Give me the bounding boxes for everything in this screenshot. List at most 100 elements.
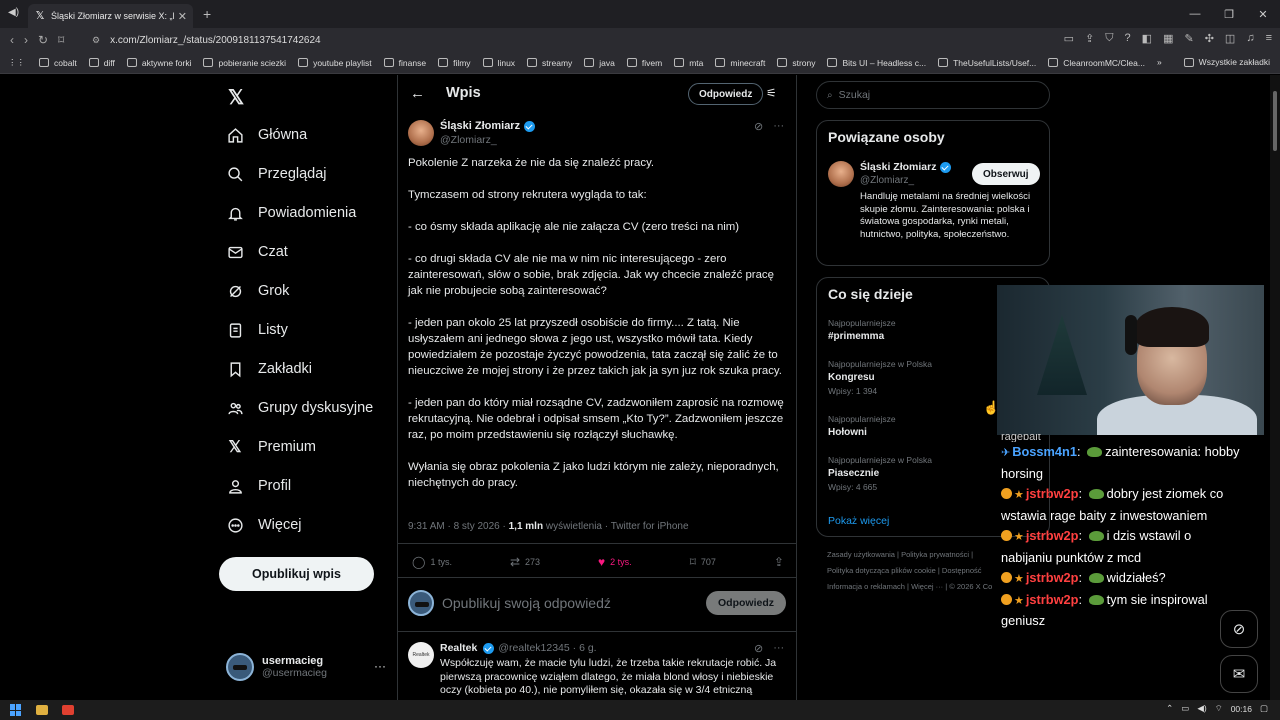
nav-item-lists[interactable]: Listy: [226, 315, 288, 345]
nav-item-premium[interactable]: 𝕏 Premium: [226, 432, 316, 462]
reply-header-button[interactable]: Odpowiedz: [688, 83, 764, 105]
trend-item[interactable]: Najpopularniejsze Hołowni: [828, 414, 896, 438]
trend-item[interactable]: Najpopularniejsze w Polska Piasecznie Wpis…: [828, 455, 932, 492]
grok-fab-button[interactable]: ⊘: [1220, 610, 1258, 648]
bookmark-item[interactable]: Bits UI – Headless c...: [827, 58, 926, 68]
reply-action[interactable]: ◯ 1 tys.: [412, 555, 452, 569]
nav-item-notifications[interactable]: Powiadomienia: [226, 198, 356, 228]
bookmark-folder[interactable]: finanse: [383, 58, 426, 68]
bookmark-folder[interactable]: strony: [777, 58, 815, 68]
bookmark-folder[interactable]: linux: [482, 58, 515, 68]
browser-tab-active[interactable]: 𝕏 Śląski Złomiarz w serwisie X: „Po... ✕: [28, 4, 193, 28]
x-logo-icon[interactable]: 𝕏: [228, 85, 244, 110]
volume-icon[interactable]: ◀): [1197, 703, 1206, 714]
reply-post[interactable]: Realtek Realtek @realtek12345 · 6 g. ⊘ ··…: [398, 633, 796, 700]
sidebar-icon[interactable]: ◫: [1225, 32, 1235, 45]
bookmark-item[interactable]: TheUsefulLists/Usef...: [938, 58, 1036, 68]
follow-button[interactable]: Obserwuj: [972, 163, 1040, 185]
nav-item-more[interactable]: Więcej: [226, 510, 302, 540]
related-avatar[interactable]: [828, 161, 854, 187]
menu-icon[interactable]: ≡: [1266, 32, 1272, 45]
wifi-icon[interactable]: ⌔: [1215, 703, 1223, 714]
more-icon[interactable]: ···: [773, 642, 784, 655]
nav-item-explore[interactable]: Przeglądaj: [226, 159, 327, 189]
bookmark-item[interactable]: CleanroomMC/Clea...: [1048, 58, 1145, 68]
grok-icon[interactable]: ⊘: [754, 120, 763, 133]
file-explorer-icon[interactable]: [36, 705, 48, 715]
author-handle[interactable]: @Zlomiarz_: [440, 134, 497, 146]
bookmark-folder[interactable]: mta: [674, 58, 703, 68]
nav-item-bookmarks[interactable]: Zakładki: [226, 354, 312, 384]
footer-links[interactable]: Polityka dotycząca plików cookie | Dostę…: [827, 566, 982, 575]
minimize-icon[interactable]: —: [1178, 0, 1212, 28]
scrollbar-thumb[interactable]: [1273, 91, 1277, 151]
post-time[interactable]: 9:31 AM · 8 sty 2026 ·: [408, 521, 509, 532]
start-icon[interactable]: [10, 704, 22, 716]
extension-2-icon[interactable]: ▦: [1163, 32, 1173, 45]
back-arrow-icon[interactable]: ←: [410, 85, 425, 102]
bookmark-folder[interactable]: fivem: [626, 58, 662, 68]
bookmark-page-icon[interactable]: ⌑: [58, 33, 64, 47]
related-name-row[interactable]: Śląski Złomiarz: [860, 161, 952, 173]
author-name-row[interactable]: Śląski Złomiarz: [440, 120, 536, 132]
account-switcher[interactable]: usermacieg @usermacieg ···: [226, 653, 386, 681]
bookmark-folder[interactable]: streamy: [527, 58, 572, 68]
restore-icon[interactable]: ❐: [1212, 0, 1246, 28]
more-icon[interactable]: ···: [374, 659, 386, 673]
footer-links[interactable]: Informacja o reklamach | Więcej ··· | © …: [827, 582, 992, 591]
bookmark-item[interactable]: aktywne forki: [126, 58, 191, 68]
forward-icon[interactable]: ›: [24, 33, 28, 47]
reply-author-name[interactable]: Realtek: [440, 642, 477, 654]
bookmark-item[interactable]: cobalt: [39, 58, 77, 68]
notifications-icon[interactable]: ▢: [1260, 703, 1268, 714]
reply-submit-button[interactable]: Odpowiedz: [706, 591, 786, 615]
post-button[interactable]: Opublikuj wpis: [219, 557, 374, 591]
network-icon[interactable]: ▭: [1181, 703, 1189, 714]
bookmark-item[interactable]: youtube playlist: [298, 58, 372, 68]
share-action[interactable]: ⇪: [774, 555, 784, 569]
chevron-right-icon[interactable]: »: [1157, 57, 1162, 67]
reply-avatar[interactable]: Realtek: [408, 642, 434, 668]
puzzle-icon[interactable]: ✣: [1205, 32, 1214, 45]
settings-sliders-icon[interactable]: ⚟: [766, 86, 777, 100]
messages-fab-button[interactable]: ✉: [1220, 655, 1258, 693]
share-icon[interactable]: ⇪: [1085, 32, 1094, 45]
nav-item-profile[interactable]: Profil: [226, 471, 291, 501]
media-icon[interactable]: ♫: [1246, 32, 1254, 45]
bookmark-item[interactable]: diff: [88, 58, 115, 68]
trend-item[interactable]: Najpopularniejsze w Polska Kongresu Wpisy:…: [828, 359, 932, 396]
close-window-icon[interactable]: ✕: [1246, 0, 1280, 28]
show-more-link[interactable]: Pokaż więcej: [828, 515, 889, 527]
like-action[interactable]: ♥ 2 tys.: [598, 555, 632, 569]
speaker-icon[interactable]: ◀): [8, 7, 19, 18]
bookmark-folder[interactable]: filmy: [438, 58, 471, 68]
site-info-icon[interactable]: ⚙: [92, 35, 100, 46]
footer-links[interactable]: Zasady użytkowania | Polityka prywatnośc…: [827, 550, 973, 559]
repost-action[interactable]: ⇄ 273: [510, 555, 540, 569]
bookmark-folder[interactable]: java: [584, 58, 615, 68]
nav-item-grok[interactable]: Grok: [226, 276, 289, 306]
grok-icon[interactable]: ⊘: [754, 642, 763, 655]
apps-icon[interactable]: ⋮⋮: [8, 57, 25, 68]
back-icon[interactable]: ‹: [10, 33, 14, 47]
cast-icon[interactable]: ▭: [1064, 32, 1074, 45]
search-input[interactable]: ⌕ Szukaj: [816, 81, 1050, 109]
author-avatar[interactable]: [408, 120, 434, 146]
close-tab-icon[interactable]: ✕: [178, 10, 187, 23]
help-icon[interactable]: ?: [1125, 32, 1131, 45]
url-field[interactable]: ⚙ x.com/Zlomiarz_/status/200918113754174…: [92, 31, 1092, 49]
bookmark-item[interactable]: pobieranie sciezki: [203, 58, 286, 68]
reload-icon[interactable]: ↻: [38, 33, 48, 47]
clock-time[interactable]: 00:16: [1231, 704, 1252, 714]
nav-item-home[interactable]: Główna: [226, 120, 307, 150]
shield-icon[interactable]: ⛉: [1105, 32, 1113, 45]
bookmark-folder[interactable]: minecraft: [715, 58, 765, 68]
chevron-up-icon[interactable]: ⌃: [1166, 703, 1173, 714]
nav-item-chat[interactable]: Czat: [226, 237, 288, 267]
extension-icon[interactable]: ◧: [1142, 32, 1152, 45]
brave-browser-icon[interactable]: [62, 705, 74, 715]
all-bookmarks[interactable]: » Wszystkie zakładki: [1157, 57, 1270, 67]
reply-input[interactable]: Opublikuj swoją odpowiedź: [442, 595, 706, 611]
more-icon[interactable]: ···: [773, 120, 784, 133]
page-scrollbar[interactable]: [1270, 75, 1280, 700]
